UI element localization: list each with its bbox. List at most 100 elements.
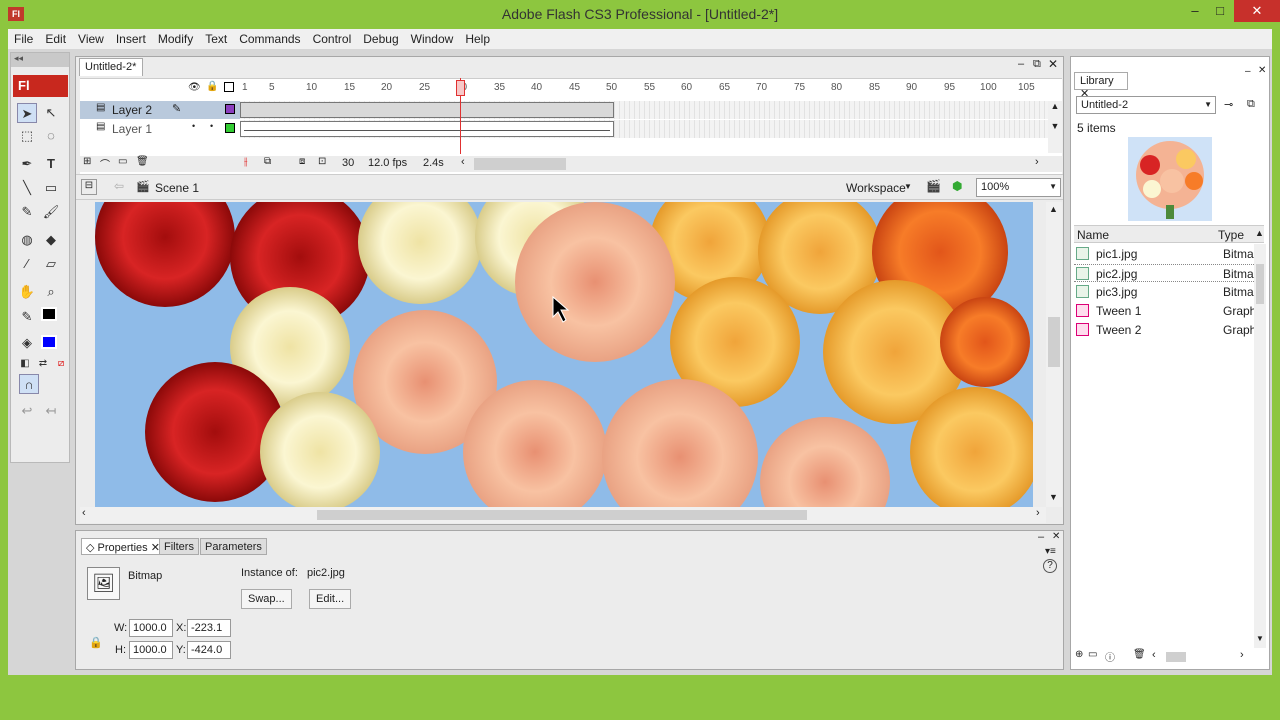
chevron-down-icon[interactable]: ▼ xyxy=(904,182,912,191)
onion-skin-icon[interactable]: ⧉ xyxy=(264,156,271,167)
unlocked-dot[interactable]: • xyxy=(210,121,213,131)
panel-close-icon[interactable]: ✕ xyxy=(1052,531,1060,542)
hand-tool-icon[interactable]: ✋ xyxy=(17,282,37,302)
width-field[interactable]: 1000.0 xyxy=(129,619,173,637)
maximize-icon[interactable]: □ xyxy=(1203,0,1237,22)
library-vscroll-thumb[interactable] xyxy=(1256,264,1264,304)
library-scroll-left-icon[interactable]: ‹ xyxy=(1152,649,1156,661)
frame-span[interactable] xyxy=(240,121,614,137)
stroke-color-icon[interactable]: ✎ xyxy=(17,307,37,327)
timeline-hscroll-thumb[interactable] xyxy=(474,158,566,170)
library-item[interactable]: Tween 1 Graphic xyxy=(1074,302,1260,320)
insert-layer-icon[interactable]: ⊞ xyxy=(83,156,91,167)
stroke-color-swatch[interactable] xyxy=(41,307,57,321)
workspace-menu[interactable]: Workspace xyxy=(846,181,906,195)
delete-layer-icon[interactable]: 🗑 xyxy=(136,156,149,167)
x-field[interactable]: -223.1 xyxy=(187,619,231,637)
eraser-tool-icon[interactable]: ▱ xyxy=(41,254,61,274)
layer-frames[interactable] xyxy=(240,101,1060,119)
height-field[interactable]: 1000.0 xyxy=(129,641,173,659)
add-motion-guide-icon[interactable]: ⌒ xyxy=(100,156,110,171)
lasso-tool-icon[interactable]: ◌ xyxy=(41,126,61,146)
tab-properties[interactable]: ◇ Properties ✕ xyxy=(81,538,165,555)
menu-debug[interactable]: Debug xyxy=(357,32,404,46)
library-document-select[interactable]: Untitled-2 ▼ xyxy=(1076,96,1216,114)
menu-text[interactable]: Text xyxy=(199,32,233,46)
center-frame-icon[interactable]: ⫲ xyxy=(244,156,248,169)
swap-colors-icon[interactable]: ⇄ xyxy=(33,354,53,374)
menu-commands[interactable]: Commands xyxy=(233,32,306,46)
paint-bucket-tool-icon[interactable]: ◆ xyxy=(41,230,61,250)
layer-frames[interactable] xyxy=(240,120,1060,138)
stage-bitmap[interactable] xyxy=(95,202,1033,507)
scene-label[interactable]: Scene 1 xyxy=(155,181,199,195)
lock-icon[interactable]: 🔒 xyxy=(89,636,103,649)
close-icon[interactable]: ✕ xyxy=(1234,0,1280,22)
menu-edit[interactable]: Edit xyxy=(39,32,72,46)
scroll-down-icon[interactable]: ▼ xyxy=(1256,634,1264,643)
library-item[interactable]: pic2.jpg Bitmap xyxy=(1074,264,1260,282)
visible-dot[interactable]: • xyxy=(192,121,195,131)
column-type-header[interactable]: Type xyxy=(1218,228,1244,242)
library-item[interactable]: pic3.jpg Bitmap xyxy=(1074,283,1260,301)
panel-menu-icon[interactable]: ▾≡ xyxy=(1045,546,1056,557)
layer-outline-color[interactable] xyxy=(225,104,235,114)
scroll-up-icon[interactable]: ▲ xyxy=(1049,204,1058,214)
subselection-tool-icon[interactable]: ↖ xyxy=(41,103,61,123)
pen-tool-icon[interactable]: ✒ xyxy=(17,154,37,174)
edit-multiple-frames-icon[interactable]: ⊡ xyxy=(318,156,326,167)
help-icon[interactable]: ? xyxy=(1043,559,1057,573)
playhead-handle[interactable] xyxy=(456,80,465,96)
onion-outline-icon[interactable]: ⧈ xyxy=(299,156,305,167)
pin-library-icon[interactable]: ⊸ xyxy=(1224,98,1233,111)
tools-panel-header[interactable]: ◂◂ xyxy=(11,53,69,67)
text-tool-icon[interactable]: T xyxy=(41,154,61,174)
scroll-left-icon[interactable]: ‹ xyxy=(82,507,86,519)
library-hscroll-thumb[interactable] xyxy=(1166,652,1186,662)
stage-vscroll[interactable]: ▲ ▼ xyxy=(1046,202,1062,507)
sort-icon[interactable]: ▲ xyxy=(1255,228,1264,238)
fill-color-swatch[interactable] xyxy=(41,335,57,349)
library-item[interactable]: pic1.jpg Bitmap xyxy=(1074,245,1260,263)
document-tab[interactable]: Untitled-2* xyxy=(79,58,143,76)
library-item[interactable]: Tween 2 Graphic xyxy=(1074,321,1260,339)
layer-row[interactable]: ▤ Layer 2 ✎ xyxy=(80,101,240,119)
properties-icon[interactable]: ⓘ xyxy=(1105,649,1115,664)
insert-folder-icon[interactable]: ▭ xyxy=(118,156,127,167)
menu-insert[interactable]: Insert xyxy=(110,32,152,46)
timeline-toggle-icon[interactable]: ⊟ xyxy=(81,179,97,195)
zoom-tool-icon[interactable]: ⌕ xyxy=(41,282,61,302)
doc-close-icon[interactable]: ✕ xyxy=(1048,57,1058,71)
layer-outline-color[interactable] xyxy=(225,123,235,133)
timeline-vscroll[interactable]: ▲ ▼ xyxy=(1048,101,1062,153)
smooth-icon[interactable]: ↩ xyxy=(17,401,37,421)
timeline-scroll-right-icon[interactable]: › xyxy=(1035,156,1039,168)
zoom-select[interactable]: 100% ▼ xyxy=(976,178,1061,197)
selection-tool-icon[interactable]: ➤ xyxy=(17,103,37,123)
line-tool-icon[interactable]: ╲ xyxy=(17,178,37,198)
stage-hscroll[interactable]: ‹ › xyxy=(80,507,1046,523)
layer-row[interactable]: ▤ Layer 1 • • xyxy=(80,120,240,138)
snap-to-objects-icon[interactable]: ∩ xyxy=(19,374,39,394)
tab-filters[interactable]: Filters xyxy=(159,538,199,555)
no-color-icon[interactable]: ⧄ xyxy=(51,354,71,374)
library-scroll-right-icon[interactable]: › xyxy=(1240,649,1244,661)
library-minimize-icon[interactable]: – xyxy=(1245,66,1251,77)
edit-symbols-icon[interactable]: ⬢ xyxy=(952,179,962,193)
scroll-right-icon[interactable]: › xyxy=(1036,507,1040,519)
rectangle-tool-icon[interactable]: ▭ xyxy=(41,178,61,198)
vscroll-thumb[interactable] xyxy=(1048,317,1060,367)
menu-control[interactable]: Control xyxy=(307,32,358,46)
menu-view[interactable]: View xyxy=(72,32,110,46)
default-colors-icon[interactable]: ◧ xyxy=(15,354,35,374)
eyedropper-tool-icon[interactable]: ⁄ xyxy=(17,254,37,274)
tab-parameters[interactable]: Parameters xyxy=(200,538,267,555)
fill-color-icon[interactable]: ◈ xyxy=(17,333,37,353)
scroll-down-icon[interactable]: ▼ xyxy=(1049,492,1058,502)
new-library-panel-icon[interactable]: ⧉ xyxy=(1247,98,1255,111)
back-arrow-icon[interactable]: ⇦ xyxy=(114,179,124,193)
panel-minimize-icon[interactable]: – xyxy=(1038,531,1044,543)
new-symbol-icon[interactable]: ⊕ xyxy=(1075,649,1083,660)
menu-window[interactable]: Window xyxy=(405,32,460,46)
library-vscroll[interactable]: ▼ xyxy=(1254,244,1266,648)
